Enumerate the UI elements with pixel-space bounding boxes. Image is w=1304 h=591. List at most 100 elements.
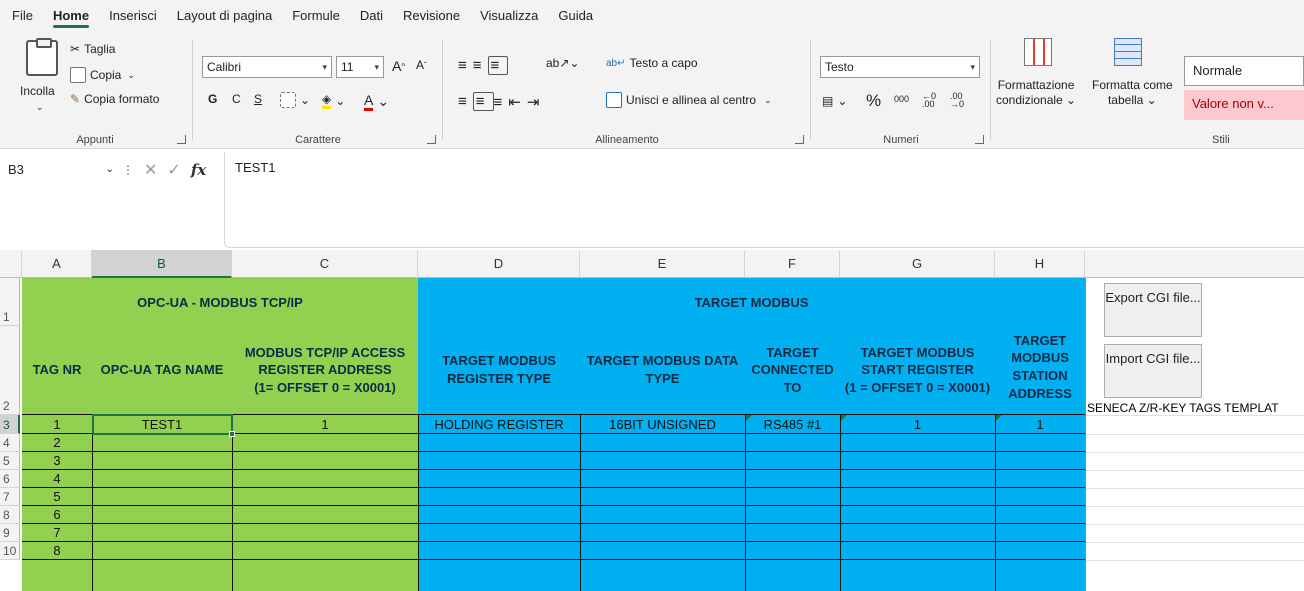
cell-a3[interactable]: 1 <box>22 415 92 433</box>
cell-a7[interactable]: 5 <box>22 488 92 505</box>
column-header-a[interactable]: A <box>22 250 92 278</box>
table-format-button[interactable]: Formatta come tabella ⌄ <box>1092 78 1173 108</box>
orientation-button[interactable]: ab↗⌄ <box>546 56 579 70</box>
shrink-font-button[interactable]: Aˇ <box>416 58 427 72</box>
font-name-select[interactable]: Calibri ▾ <box>202 56 332 78</box>
cell-f3[interactable]: RS485 #1 <box>745 415 840 433</box>
cell-h3[interactable]: 1 <box>995 415 1085 433</box>
column-header-g[interactable]: G <box>840 250 995 278</box>
increase-decimal-button[interactable]: ←0.00 <box>922 92 936 109</box>
formula-bar: B3 ⌄ ⋮ ✕ ✓ fx TEST1 <box>0 150 1304 248</box>
formula-input[interactable]: TEST1 <box>224 152 1304 248</box>
column-header-f[interactable]: F <box>745 250 840 278</box>
cancel-icon[interactable]: ✕ <box>144 160 157 180</box>
error-indicator-icon[interactable] <box>996 415 1002 421</box>
copy-button[interactable]: Copia ⌄ <box>70 67 135 83</box>
error-indicator-icon[interactable] <box>746 415 752 421</box>
ribbon: Incolla ⌄ ✂ Taglia Copia ⌄ ✎ Copia formato … <box>0 32 1304 149</box>
format-painter-button[interactable]: ✎ Copia formato <box>70 92 159 106</box>
font-color-button[interactable]: A ⌄ <box>364 92 389 111</box>
menu-data[interactable]: Dati <box>360 0 383 32</box>
style-normal[interactable]: Normale <box>1184 56 1304 86</box>
header-text: CONNECTED <box>751 362 834 378</box>
confirm-icon[interactable]: ✓ <box>167 160 180 180</box>
menu-review[interactable]: Revisione <box>403 0 460 32</box>
row-header-2[interactable]: 2 <box>0 326 20 415</box>
paste-button[interactable]: Incolla <box>20 84 55 98</box>
cut-button[interactable]: ✂ Taglia <box>70 42 115 56</box>
row-header-8[interactable]: 8 <box>0 506 20 524</box>
font-launcher-icon[interactable] <box>427 135 436 144</box>
wrap-text-icon: ab↵ <box>606 57 626 69</box>
underline-button[interactable]: S <box>254 92 262 106</box>
accounting-button[interactable]: ▤ ⌄ <box>822 94 847 108</box>
borders-button[interactable]: ⌄ <box>280 92 310 108</box>
row-header-4[interactable]: 4 <box>0 434 20 452</box>
import-cgi-button[interactable]: Import CGI file... <box>1104 344 1202 398</box>
fill-handle[interactable] <box>229 431 235 437</box>
row-header-7[interactable]: 7 <box>0 488 20 506</box>
conditional-format-button[interactable]: Formattazione condizionale ⌄ <box>996 78 1076 108</box>
column-header-d[interactable]: D <box>418 250 580 278</box>
cell-a10[interactable]: 8 <box>22 542 92 559</box>
paste-icon[interactable] <box>26 38 58 76</box>
insert-function-icon[interactable]: fx <box>191 161 206 179</box>
style-bad[interactable]: Valore non v... <box>1184 90 1304 120</box>
bold-button[interactable]: G <box>208 92 217 106</box>
column-header-c[interactable]: C <box>232 250 418 278</box>
wrap-text-button[interactable]: ab↵ Testo a capo <box>606 56 698 70</box>
fill-color-button[interactable]: ◈ ⌄ <box>322 92 345 109</box>
grow-font-button[interactable]: A ^ <box>392 58 405 74</box>
cell-a9[interactable]: 7 <box>22 524 92 541</box>
italic-button[interactable]: C <box>232 92 241 106</box>
row-header-1[interactable]: 1 <box>0 278 20 326</box>
row-header-9[interactable]: 9 <box>0 524 20 542</box>
name-box[interactable]: B3 ⌄ <box>8 158 118 182</box>
fill-bucket-icon: ◈ <box>322 92 332 109</box>
horizontal-align-buttons[interactable]: ≡ ≡ ≡⇤⇥ <box>458 92 545 111</box>
menu-view[interactable]: Visualizza <box>480 0 538 32</box>
cell-d3[interactable]: HOLDING REGISTER <box>418 415 580 433</box>
error-indicator-icon[interactable] <box>841 415 847 421</box>
font-size-select[interactable]: 11 ▾ <box>336 56 384 78</box>
menu-insert[interactable]: Inserisci <box>109 0 157 32</box>
menu-home[interactable]: Home <box>52 0 90 32</box>
column-header-i[interactable] <box>1085 250 1304 278</box>
percent-button[interactable]: % <box>866 91 881 111</box>
column-header-b[interactable]: B <box>92 250 232 278</box>
menu-help[interactable]: Guida <box>558 0 593 32</box>
font-size-value: 11 <box>341 60 354 74</box>
cell-a6[interactable]: 4 <box>22 470 92 487</box>
row-header-3[interactable]: 3 <box>0 415 20 434</box>
select-all-corner[interactable] <box>0 250 22 278</box>
paste-dropdown-icon[interactable]: ⌄ <box>36 102 44 113</box>
alignment-launcher-icon[interactable] <box>795 135 804 144</box>
vertical-align-buttons[interactable]: ≡≡ ≡ <box>458 56 509 75</box>
cell-a4[interactable]: 2 <box>22 434 92 451</box>
menu-file[interactable]: File <box>12 0 33 32</box>
row-number: 7 <box>3 490 10 504</box>
comma-style-button[interactable]: 000 <box>894 94 909 104</box>
cell-a5[interactable]: 3 <box>22 452 92 469</box>
row-header-10[interactable]: 10 <box>0 542 20 560</box>
column-header-h[interactable]: H <box>995 250 1085 278</box>
menu-formulas[interactable]: Formule <box>292 0 340 32</box>
number-launcher-icon[interactable] <box>975 135 984 144</box>
group-alignment: ≡≡ ≡ ab↗⌄ ≡ ≡ ≡⇤⇥ ab↵ Testo a capo Unisci e … <box>446 36 808 148</box>
divider <box>442 40 443 140</box>
menu-page-layout[interactable]: Layout di pagina <box>177 0 272 32</box>
clipboard-launcher-icon[interactable] <box>177 135 186 144</box>
cell-e3[interactable]: 16BIT UNSIGNED <box>580 415 745 433</box>
export-cgi-button[interactable]: Export CGI file... <box>1104 283 1202 337</box>
row-header-6[interactable]: 6 <box>0 470 20 488</box>
decrease-decimal-button[interactable]: .00 →0 <box>950 92 964 109</box>
merge-center-button[interactable]: Unisci e allinea al centro ⌄ <box>606 92 772 108</box>
column-header-e[interactable]: E <box>580 250 745 278</box>
group-styles: Formattazione condizionale ⌄ Formatta co… <box>994 36 1304 148</box>
number-format-select[interactable]: Testo ▾ <box>820 56 980 78</box>
border-line <box>22 541 1085 542</box>
cell-c3[interactable]: 1 <box>232 415 418 433</box>
cell-a8[interactable]: 6 <box>22 506 92 523</box>
row-header-5[interactable]: 5 <box>0 452 20 470</box>
cell-g3[interactable]: 1 <box>840 415 995 433</box>
